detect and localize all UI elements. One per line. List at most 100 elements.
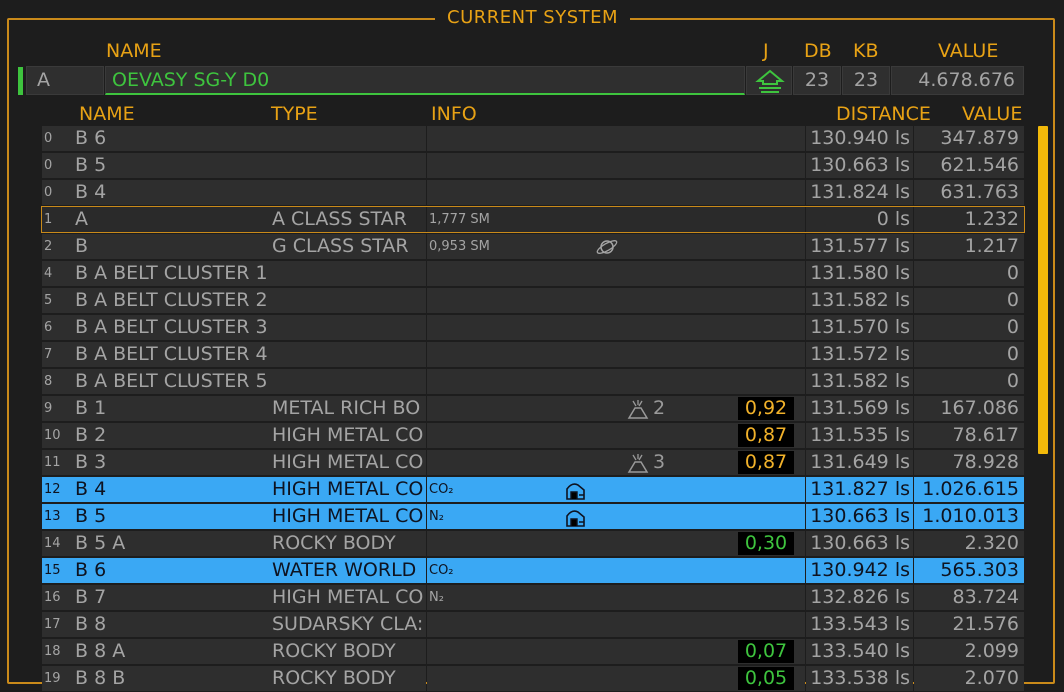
body-info: 0,07 [427,639,805,664]
table-row[interactable]: 5B A BELT CLUSTER 2 131.582 ls 0 [42,288,1024,313]
table-row[interactable]: 10 B 2 HIGH METAL CO 0,87 131.535 ls 78.617 [42,423,1024,448]
table-row[interactable]: 7B A BELT CLUSTER 4 131.572 ls 0 [42,342,1024,367]
table-row[interactable]: 1AA CLASS STAR 1,777 SM 0 ls 1.232 [41,206,1025,233]
body-value: 1.010.013 [914,504,1024,529]
body-value: 621.546 [914,153,1024,178]
body-type [270,126,426,151]
terraform-score: 0,05 [738,667,794,690]
table-row[interactable]: 15 B 6 WATER WORLD CO₂ 130.942 ls 565.303 [42,558,1024,583]
system-name[interactable]: OEVASY SG-Y D0 [105,66,745,95]
volcano-icon [627,454,649,473]
body-type [270,369,426,394]
table-row[interactable]: 17 B 8 SUDARSKY CLA: 133.543 ls 21.576 [42,612,1024,637]
info-text: 1,777 SM [429,212,490,227]
sys-header-name: NAME [106,40,162,62]
sys-header-db: DB [804,40,832,62]
table-row[interactable]: 6B A BELT CLUSTER 3 131.570 ls 0 [42,315,1024,340]
body-info [427,288,805,313]
body-distance: 131.580 ls [806,261,913,286]
system-status-marker [18,67,23,95]
row-index: 5 [42,288,72,313]
body-distance: 133.540 ls [806,639,913,664]
table-row[interactable]: 19 B 8 B ROCKY BODY 0,05 133.538 ls 2.070 [42,666,1024,691]
table-row[interactable]: 4B A BELT CLUSTER 1 131.580 ls 0 [42,261,1024,286]
body-name: B 6 [72,126,270,151]
jump-button[interactable] [746,66,792,95]
table-row[interactable]: 0B 4 131.824 ls 631.763 [42,180,1024,205]
body-distance: 131.570 ls [806,315,913,340]
row-index: 15 [42,558,72,583]
info-text: 0,953 SM [429,239,490,254]
body-type: ROCKY BODY [270,666,426,691]
scrollbar-thumb[interactable] [1038,126,1048,454]
body-type [270,342,426,367]
body-type: METAL RICH BO [270,396,426,421]
table-row[interactable]: 0B 6 130.940 ls 347.879 [42,126,1024,151]
body-type: HIGH METAL CO [270,450,426,475]
table-row[interactable]: 11 B 3 HIGH METAL CO 3 0,87 131.649 ls 78.928 [42,450,1024,475]
row-index: 0 [42,180,72,205]
system-db: 23 [793,66,841,95]
table-row[interactable]: 14 B 5 A ROCKY BODY 0,30 130.663 ls 2.320 [42,531,1024,556]
terraform-score: 0,30 [738,532,794,555]
body-type: ROCKY BODY [270,639,426,664]
body-info [427,612,805,637]
body-info [427,342,805,367]
body-value: 21.576 [914,612,1024,637]
row-index: 1 [42,207,72,232]
body-type: HIGH METAL CO [270,477,426,502]
body-type: HIGH METAL CO [270,585,426,610]
body-info: N₂ [427,585,805,610]
row-index: 6 [42,315,72,340]
body-info [427,153,805,178]
body-info: N₂ [427,504,805,529]
body-info: 1,777 SM [427,207,805,232]
body-type: HIGH METAL CO [270,423,426,448]
table-row[interactable]: 12 B 4 HIGH METAL CO CO₂ 131.827 ls 1.026.615 [42,477,1024,502]
body-value: 565.303 [914,558,1024,583]
body-name: B [72,234,270,259]
body-type [270,288,426,313]
body-header-name: NAME [79,103,135,125]
body-name: B 7 [72,585,270,610]
body-name: B 8 B [72,666,270,691]
row-index: 14 [42,531,72,556]
body-distance: 130.663 ls [806,504,913,529]
table-row[interactable]: 8B A BELT CLUSTER 5 131.582 ls 0 [42,369,1024,394]
table-row[interactable]: 18 B 8 A ROCKY BODY 0,07 133.540 ls 2.099 [42,639,1024,664]
row-index: 18 [42,639,72,664]
volcano-icon [627,400,649,419]
row-index: 7 [42,342,72,367]
table-row[interactable]: 9B 1 METAL RICH BO 2 0,92 131.569 ls 167.086 [42,396,1024,421]
body-distance: 130.663 ls [806,531,913,556]
body-info [427,180,805,205]
body-distance: 131.572 ls [806,342,913,367]
table-row[interactable]: 16 B 7 HIGH METAL CO N₂ 132.826 ls 83.724 [42,585,1024,610]
terraform-score: 0,87 [738,451,794,474]
table-row[interactable]: 13 B 5 HIGH METAL CO N₂ 130.663 ls 1.010.013 [42,504,1024,529]
body-distance: 0 ls [806,207,913,232]
ringed-planet-icon [596,240,618,254]
sys-header-value: VALUE [938,40,999,62]
body-name: B 4 [72,477,270,502]
body-type: WATER WORLD [270,558,426,583]
table-row[interactable]: 0B 5 130.663 ls 621.546 [42,153,1024,178]
body-name: B 5 A [72,531,270,556]
table-row[interactable]: 2BG CLASS STAR 0,953 SM 131.577 ls 1.217 [42,234,1024,259]
body-distance: 131.582 ls [806,288,913,313]
body-info: 0,953 SM [427,234,805,259]
body-name: B A BELT CLUSTER 4 [72,342,270,367]
body-name: B 5 [72,153,270,178]
body-value: 0 [914,261,1024,286]
body-type: G CLASS STAR [270,234,426,259]
info-text: CO₂ [429,563,454,578]
row-index: 17 [42,612,72,637]
body-distance: 130.663 ls [806,153,913,178]
geo-signal-count: 2 [653,397,666,419]
body-info: 0,05 [427,666,805,691]
body-type [270,153,426,178]
body-header-distance: DISTANCE [836,103,931,125]
body-info: 3 0,87 [427,450,805,475]
body-info [427,126,805,151]
terraform-score: 0,07 [738,640,794,663]
